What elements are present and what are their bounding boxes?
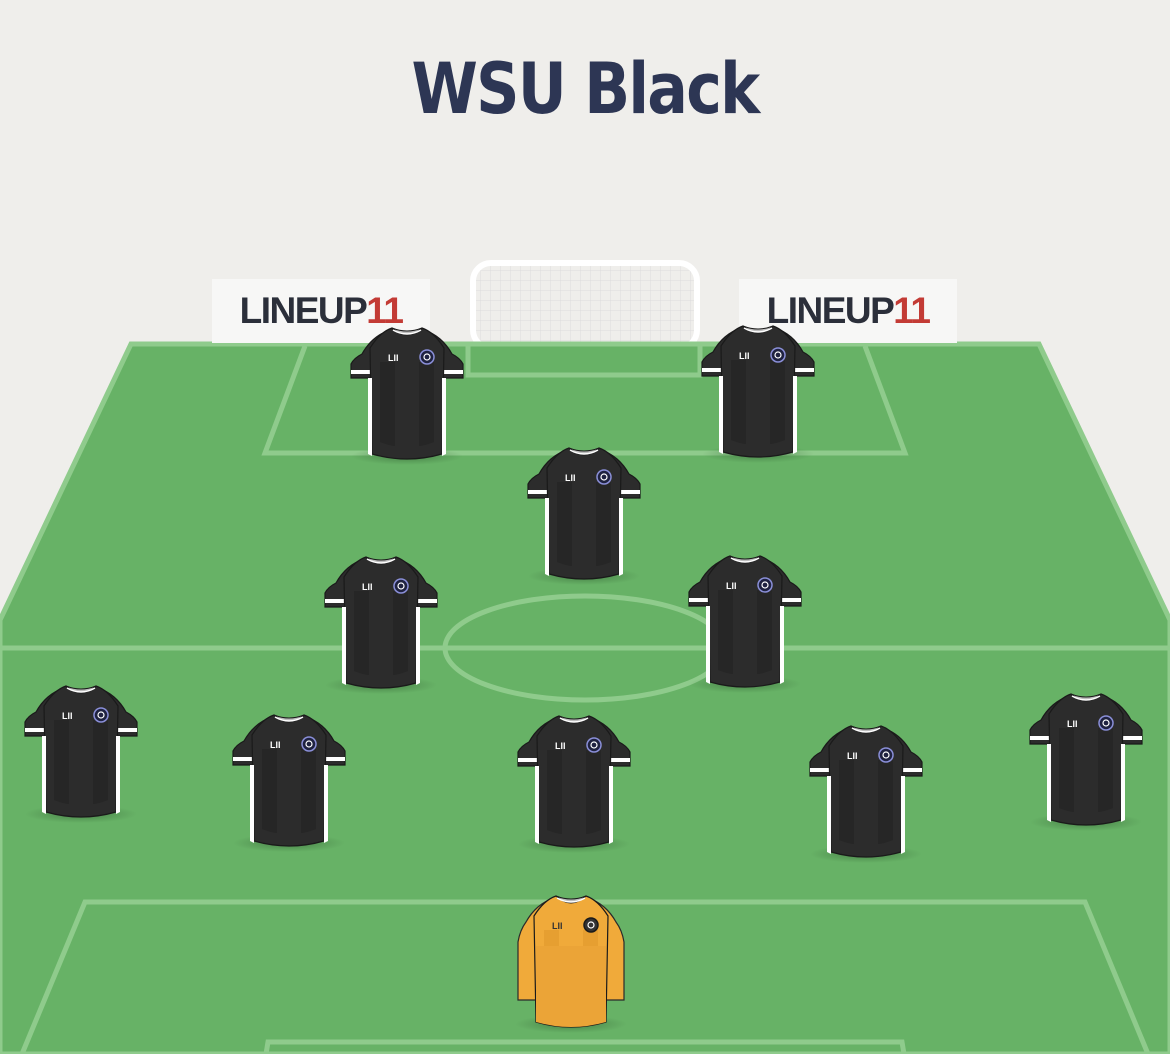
crest-icon bbox=[586, 737, 602, 753]
shirt-sponsor-text: LII bbox=[847, 751, 858, 761]
player-shirt[interactable]: LII bbox=[24, 680, 138, 825]
shirt-sponsor-text: LII bbox=[1067, 719, 1078, 729]
shirt-sponsor-text: LII bbox=[362, 582, 373, 592]
shirt-sponsor-text: LII bbox=[62, 711, 73, 721]
sponsor-brand-number: 11 bbox=[893, 290, 931, 331]
player-shirt[interactable]: LII bbox=[324, 551, 438, 696]
goalkeeper-shirt[interactable]: LII bbox=[514, 890, 628, 1035]
shirt-icon: LII bbox=[688, 555, 802, 693]
player-shirt[interactable]: LII bbox=[688, 550, 802, 695]
shirt-icon: LII bbox=[1029, 693, 1143, 831]
player-shirt[interactable]: LII bbox=[350, 322, 464, 467]
shirt-sponsor-text: LII bbox=[552, 921, 563, 931]
crest-icon bbox=[301, 736, 317, 752]
crest-icon bbox=[393, 578, 409, 594]
player-shirt[interactable]: LII bbox=[527, 442, 641, 587]
crest-icon bbox=[757, 577, 773, 593]
shirt-sponsor-text: LII bbox=[388, 353, 399, 363]
shirt-sponsor-text: LII bbox=[270, 740, 281, 750]
shirt-icon: LII bbox=[232, 714, 346, 852]
crest-icon bbox=[419, 349, 435, 365]
player-shirt[interactable]: LII bbox=[701, 320, 815, 465]
shirt-sponsor-text: LII bbox=[555, 741, 566, 751]
shirt-icon: LII bbox=[809, 725, 923, 863]
crest-icon bbox=[596, 469, 612, 485]
shirt-icon: LII bbox=[701, 325, 815, 463]
crest-icon bbox=[770, 347, 786, 363]
shirt-icon: LII bbox=[350, 327, 464, 465]
shirt-sponsor-text: LII bbox=[726, 581, 737, 591]
player-shirt[interactable]: LII bbox=[809, 720, 923, 865]
shirt-icon: LII bbox=[24, 685, 138, 823]
shirt-sponsor-text: LII bbox=[565, 473, 576, 483]
player-shirt[interactable]: LII bbox=[517, 710, 631, 855]
crest-icon bbox=[583, 917, 599, 933]
shirt-icon: LII bbox=[527, 447, 641, 585]
shirt-icon: LII bbox=[517, 715, 631, 853]
shirt-icon: LII bbox=[515, 895, 627, 1033]
crest-icon bbox=[1098, 715, 1114, 731]
sponsor-brand-text: LINEUP bbox=[239, 290, 368, 331]
player-shirt[interactable]: LII bbox=[232, 709, 346, 854]
shirt-sponsor-text: LII bbox=[739, 351, 750, 361]
shirt-icon: LII bbox=[324, 556, 438, 694]
player-shirt[interactable]: LII bbox=[1029, 688, 1143, 833]
crest-icon bbox=[878, 747, 894, 763]
goal bbox=[470, 260, 700, 351]
crest-icon bbox=[93, 707, 109, 723]
